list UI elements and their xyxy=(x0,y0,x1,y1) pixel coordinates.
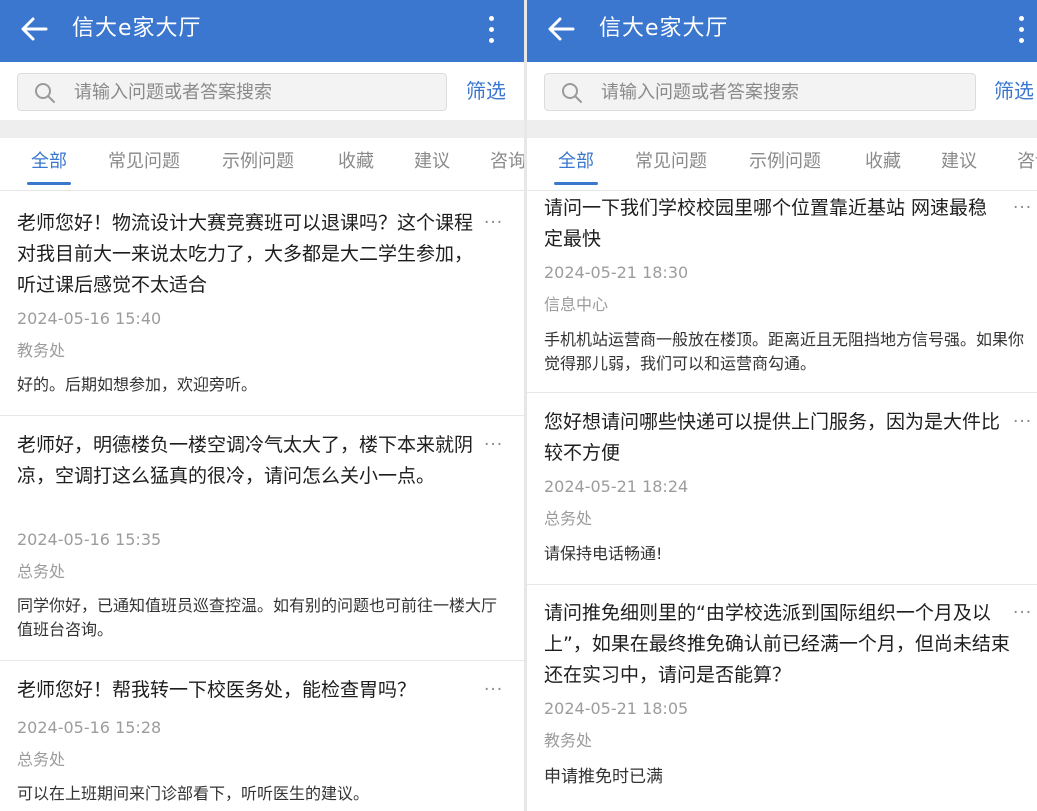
search-icon xyxy=(35,83,55,103)
answer-text: 请保持电话畅通! xyxy=(544,544,663,563)
tab-consult[interactable]: 咨询 xyxy=(490,148,524,176)
back-arrow-icon[interactable] xyxy=(547,14,575,44)
more-vert-icon[interactable] xyxy=(1011,14,1031,46)
app-bar: 信大e家大厅 xyxy=(527,0,1037,62)
question-text: 老师您好！帮我转一下校医务处，能检查胃吗？ xyxy=(17,679,417,701)
tab-suggestions[interactable]: 建议 xyxy=(941,148,977,176)
search-box[interactable] xyxy=(17,73,447,111)
department: 总务处 xyxy=(17,750,66,769)
app-title: 信大e家大厅 xyxy=(599,16,729,41)
tab-faq[interactable]: 常见问题 xyxy=(108,148,180,176)
tab-indicator xyxy=(554,182,598,185)
tab-suggestions[interactable]: 建议 xyxy=(414,148,450,176)
question-text: 请问一下我们学校校园里哪个位置靠近基站 网速最稳定最快 xyxy=(544,197,988,250)
search-input[interactable] xyxy=(74,74,434,110)
ellipsis-icon[interactable]: ··· xyxy=(1013,603,1032,623)
search-input[interactable] xyxy=(601,74,961,110)
question-list: 请问一下我们学校校园里哪个位置靠近基站 网速最稳定最快 ··· 2024-05-… xyxy=(527,187,1037,811)
tab-all[interactable]: 全部 xyxy=(558,148,594,176)
department: 总务处 xyxy=(17,562,66,581)
tab-all[interactable]: 全部 xyxy=(31,148,67,176)
filter-button[interactable]: 筛选 xyxy=(466,76,506,106)
department: 信息中心 xyxy=(544,295,609,314)
list-item[interactable]: 老师您好！帮我转一下校医务处，能检查胃吗？ ··· 2024-05-16 15:… xyxy=(0,661,524,811)
ellipsis-icon[interactable]: ··· xyxy=(484,213,503,233)
answer-text: 同学你好，已通知值班员巡查控温。如有别的问题也可前往一楼大厅值班台咨询。 xyxy=(17,596,498,639)
left-screen: 信大e家大厅 筛选 全部 常见问题 示例问题 收藏 建议 咨询 老师您好！物流设… xyxy=(0,0,524,811)
ellipsis-icon[interactable]: ··· xyxy=(1013,198,1032,218)
ellipsis-icon[interactable]: ··· xyxy=(484,435,503,455)
ellipsis-icon[interactable]: ··· xyxy=(484,680,503,700)
app-bar: 信大e家大厅 xyxy=(0,0,524,62)
tab-bar: 全部 常见问题 示例问题 收藏 建议 咨询 xyxy=(527,138,1037,191)
divider xyxy=(0,120,524,138)
app-title: 信大e家大厅 xyxy=(72,16,202,41)
department: 教务处 xyxy=(17,341,66,360)
ellipsis-icon[interactable]: ··· xyxy=(1013,412,1032,432)
tab-indicator xyxy=(27,182,71,185)
tab-faq[interactable]: 常见问题 xyxy=(635,148,707,176)
list-item[interactable]: 请问推免细则里的“由学校选派到国际组织一个月及以上”，如果在最终推免确认前已经满… xyxy=(527,585,1037,811)
list-item[interactable]: 老师您好！物流设计大赛竞赛班可以退课吗？这个课程对我目前大一来说太吃力了，大多都… xyxy=(0,191,524,416)
answer-text: 申请推免时已满 xyxy=(544,767,663,787)
answer-text: 好的。后期如想参加，欢迎旁听。 xyxy=(17,375,258,394)
answer-text: 可以在上班期间来门诊部看下，听听医生的建议。 xyxy=(17,784,370,803)
right-screen: 信大e家大厅 筛选 全部 常见问题 示例问题 收藏 建议 咨询 请问一下我们学校… xyxy=(527,0,1037,811)
timestamp: 2024-05-16 15:40 xyxy=(17,309,162,328)
question-text: 请问推免细则里的“由学校选派到国际组织一个月及以上”，如果在最终推免确认前已经满… xyxy=(544,602,1010,686)
timestamp: 2024-05-21 18:24 xyxy=(544,477,689,496)
search-bar: 筛选 xyxy=(0,62,524,120)
more-vert-icon[interactable] xyxy=(481,14,501,46)
divider xyxy=(527,120,1037,138)
department: 教务处 xyxy=(544,731,593,750)
question-text: 老师您好！物流设计大赛竞赛班可以退课吗？这个课程对我目前大一来说太吃力了，大多都… xyxy=(17,212,474,296)
filter-button[interactable]: 筛选 xyxy=(994,76,1034,106)
back-arrow-icon[interactable] xyxy=(20,14,48,44)
question-text: 您好想请问哪些快递可以提供上门服务，因为是大件比较不方便 xyxy=(544,411,1001,464)
list-item[interactable]: 请问一下我们学校校园里哪个位置靠近基站 网速最稳定最快 ··· 2024-05-… xyxy=(527,187,1037,393)
search-icon xyxy=(562,83,582,103)
tab-examples[interactable]: 示例问题 xyxy=(222,148,294,176)
department: 总务处 xyxy=(544,509,593,528)
tab-favorites[interactable]: 收藏 xyxy=(865,148,901,176)
question-text: 老师好，明德楼负一楼空调冷气太大了，楼下本来就阴凉，空调打这么猛真的很冷，请问怎… xyxy=(17,434,474,487)
list-item[interactable]: 您好想请问哪些快递可以提供上门服务，因为是大件比较不方便 ··· 2024-05… xyxy=(527,393,1037,585)
tab-examples[interactable]: 示例问题 xyxy=(749,148,821,176)
timestamp: 2024-05-16 15:35 xyxy=(17,530,162,549)
timestamp: 2024-05-21 18:30 xyxy=(544,263,689,282)
search-bar: 筛选 xyxy=(527,62,1037,120)
list-item[interactable]: 老师好，明德楼负一楼空调冷气太大了，楼下本来就阴凉，空调打这么猛真的很冷，请问怎… xyxy=(0,416,524,661)
timestamp: 2024-05-21 18:05 xyxy=(544,699,689,718)
question-list: 老师您好！物流设计大赛竞赛班可以退课吗？这个课程对我目前大一来说太吃力了，大多都… xyxy=(0,191,524,811)
tab-bar: 全部 常见问题 示例问题 收藏 建议 咨询 xyxy=(0,138,524,191)
timestamp: 2024-05-16 15:28 xyxy=(17,718,162,737)
search-box[interactable] xyxy=(544,73,976,111)
answer-text: 手机机站运营商一般放在楼顶。距离近且无阻挡地方信号强。如果你觉得那儿弱，我们可以… xyxy=(544,330,1025,373)
tab-favorites[interactable]: 收藏 xyxy=(338,148,374,176)
tab-consult[interactable]: 咨询 xyxy=(1017,148,1037,176)
